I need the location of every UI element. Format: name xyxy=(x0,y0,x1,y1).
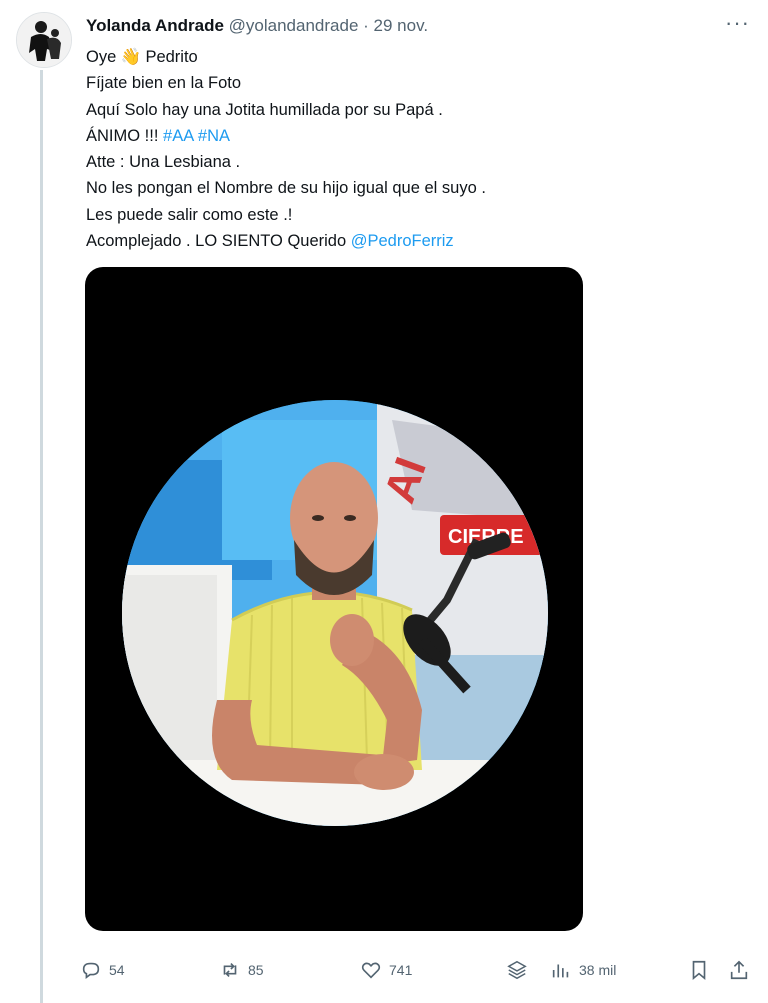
avatar[interactable] xyxy=(16,12,72,68)
avatar-image xyxy=(17,13,71,67)
hashtag-link[interactable]: #AA xyxy=(163,127,193,145)
like-button[interactable]: 741 xyxy=(360,956,412,984)
retweet-count: 85 xyxy=(248,962,264,978)
thread-line xyxy=(40,70,43,1003)
photo-circle: AI CIERRE xyxy=(122,400,548,826)
waving-hand-icon: 👋 xyxy=(120,48,142,66)
tweet-line: Atte : Una Lesbiana . xyxy=(86,153,241,172)
tweet-line-text: ÁNIMO !!! xyxy=(86,126,164,145)
view-count: 38 mil xyxy=(579,962,617,978)
author-handle[interactable]: @yolandandrade xyxy=(229,16,359,35)
tweet-header: Yolanda Andrade @yolandandrade · 29 nov. xyxy=(86,15,748,37)
layers-icon xyxy=(507,960,527,980)
reply-button[interactable]: 54 xyxy=(80,956,125,984)
bookmark-stack-button[interactable] xyxy=(506,956,528,984)
bookmark-icon xyxy=(692,960,706,981)
tweet-line: Oye 👋 Pedrito xyxy=(86,44,706,70)
bookmark-button[interactable] xyxy=(688,956,710,984)
tweet-line: Aquí Solo hay una Jotita humillada por s… xyxy=(86,100,443,119)
tweet-line: Fíjate bien en la Foto xyxy=(86,74,242,93)
views-button[interactable]: 38 mil xyxy=(550,956,616,984)
more-options-icon[interactable]: ··· xyxy=(725,12,750,34)
tweet-line-text: Acomplejado . LO SIENTO Querido xyxy=(86,232,351,251)
tweet-text: Oye 👋 Pedrito Fíjate bien en la Foto Aqu… xyxy=(86,44,706,254)
tweet-line-text: Oye xyxy=(86,48,121,66)
mention-link[interactable]: @PedroFerriz xyxy=(351,232,454,250)
tweet-line-text: Pedrito xyxy=(140,48,198,66)
tweet-media[interactable]: AI CIERRE xyxy=(85,267,583,931)
retweet-icon xyxy=(223,962,237,978)
retweet-button[interactable]: 85 xyxy=(219,956,264,984)
reply-icon xyxy=(82,962,100,979)
tweet-line: Acomplejado . LO SIENTO Querido @PedroFe… xyxy=(86,228,706,254)
author-name[interactable]: Yolanda Andrade xyxy=(86,16,224,35)
tweet-actions: 54 85 741 38 mil xyxy=(80,956,760,984)
share-icon xyxy=(730,960,748,980)
separator-dot: · xyxy=(363,16,369,35)
like-count: 741 xyxy=(389,962,413,978)
tweet-line: Les puede salir como este .! xyxy=(86,205,293,224)
hashtag-link[interactable]: #NA xyxy=(198,127,230,145)
reply-count: 54 xyxy=(109,962,125,978)
tweet-date[interactable]: 29 nov. xyxy=(374,16,429,35)
analytics-icon xyxy=(552,964,569,978)
tweet-line: No les pongan el Nombre de su hijo igual… xyxy=(86,179,486,198)
tweet-line: ÁNIMO !!! #AA #NA xyxy=(86,123,706,149)
heart-icon xyxy=(361,962,381,979)
share-button[interactable] xyxy=(728,956,750,984)
photo-illustration: AI CIERRE xyxy=(122,400,548,826)
